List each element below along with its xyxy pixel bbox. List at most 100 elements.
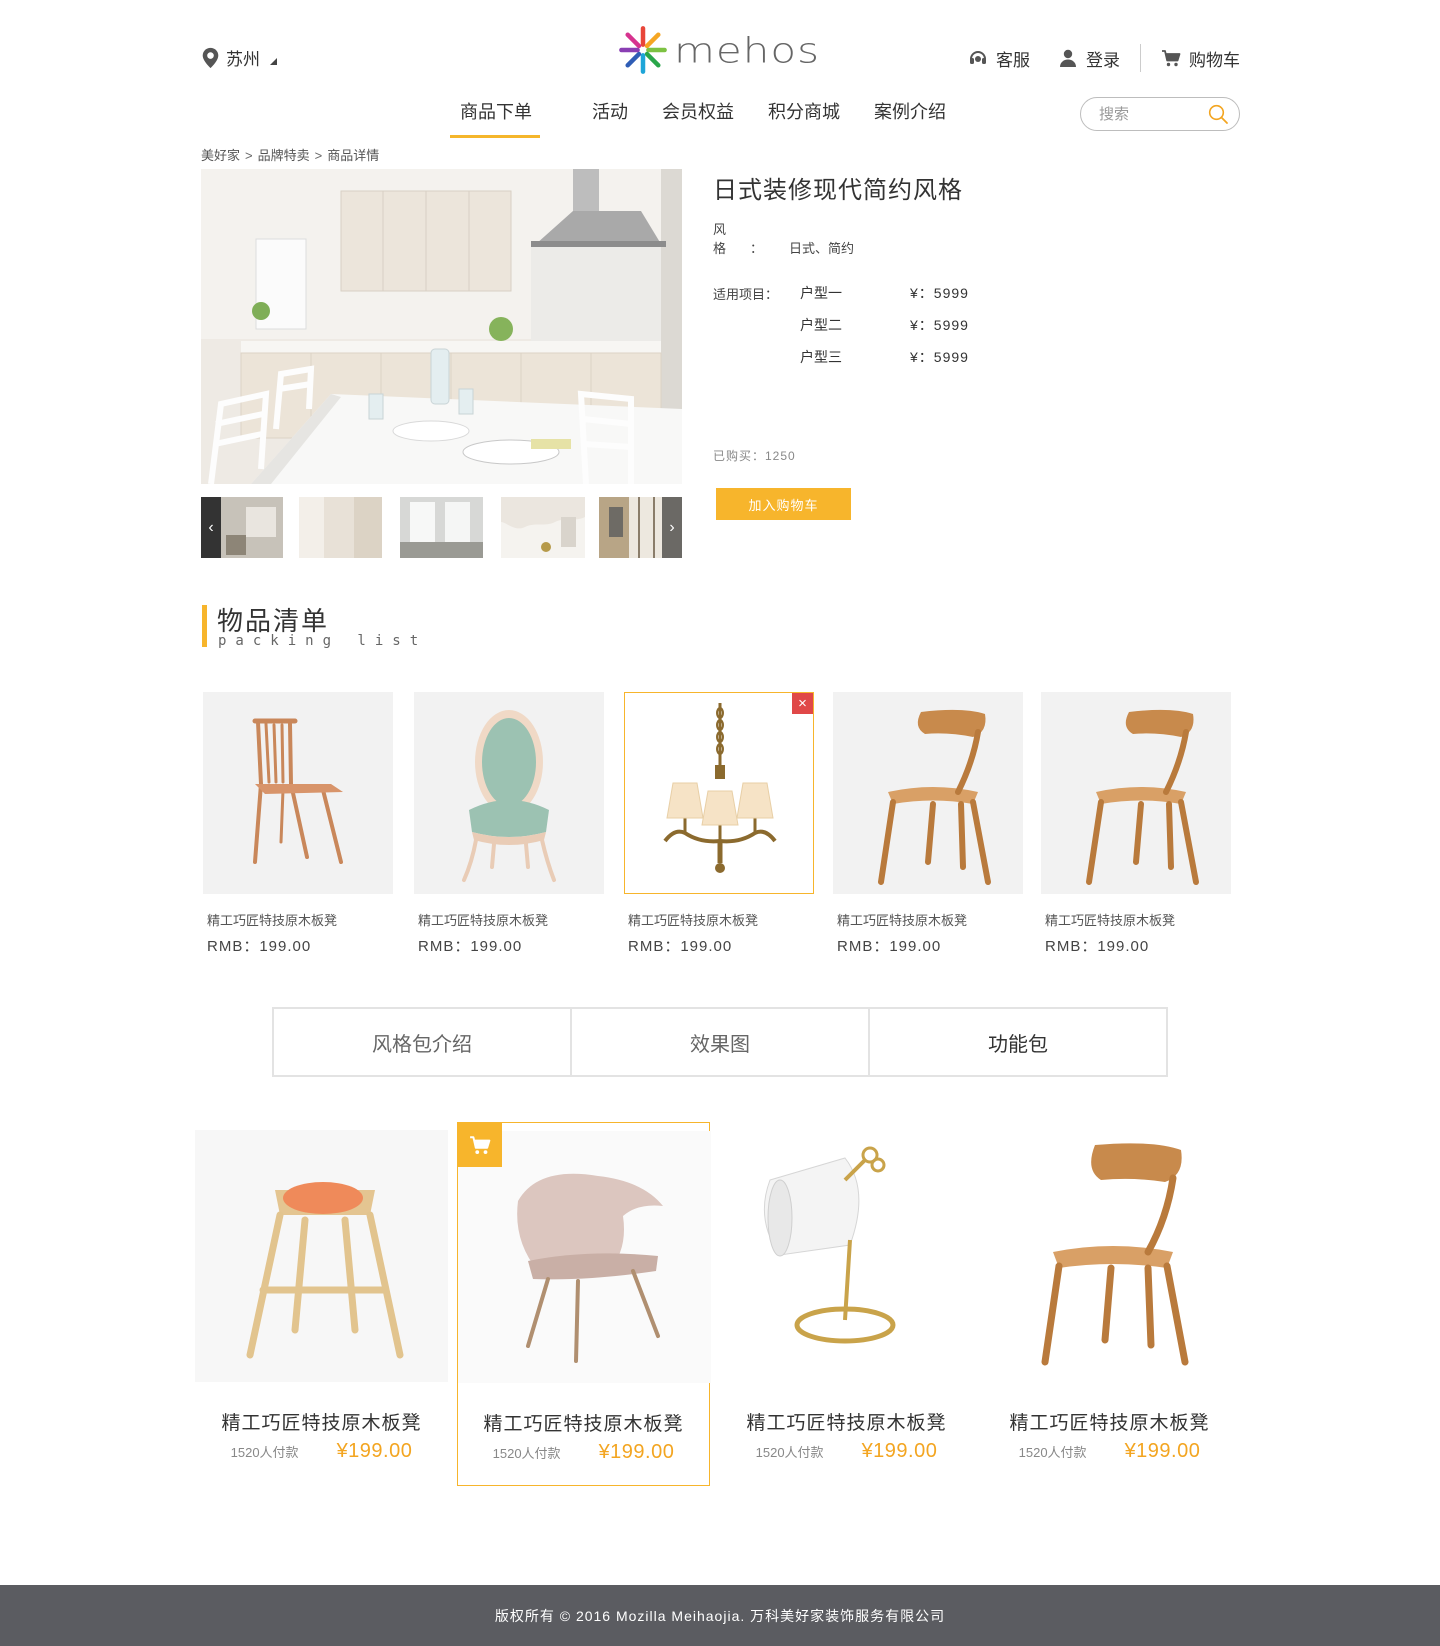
main-nav: 商品下单 活动 会员权益 积分商城 案例介绍 (450, 90, 958, 140)
bought-count: 已购买：1250 (713, 449, 796, 463)
site-header: 苏州 mehos 客服 登录 购物车 商品下单 活动 会员权益 积分商城 案例介… (0, 0, 1440, 140)
style-value: 日式、简约 (789, 241, 855, 256)
option-price: ¥：5999 (910, 285, 969, 301)
product-name: 精工巧匠特技原木板凳 (1009, 1413, 1210, 1434)
product-card[interactable]: 精工巧匠特技原木板凳 1520人付款 ¥199.00 (983, 1122, 1236, 1486)
item-name: 精工巧匠特技原木板凳 (1045, 913, 1176, 928)
thumbnail-image (400, 497, 483, 558)
option-row[interactable]: 户型三 ¥：5999 (713, 341, 969, 373)
option-type: 户型一 (800, 285, 842, 301)
detail-tabs: 风格包介绍 效果图 功能包 (272, 1007, 1168, 1077)
product-meta: 1520人付款 ¥199.00 (983, 1440, 1236, 1463)
item-image (203, 692, 393, 894)
product-image (458, 1131, 711, 1383)
nav-item-activity[interactable]: 活动 (580, 90, 640, 140)
packing-list-subtitle: packing list (218, 633, 428, 649)
tab-renderings[interactable]: 效果图 (570, 1009, 868, 1075)
user-icon (1060, 49, 1076, 67)
thumbnail[interactable] (299, 497, 382, 558)
site-footer: 版权所有 © 2016 Mozilla Meihaojia. 万科美好家装饰服务… (0, 1585, 1440, 1646)
product-name: 精工巧匠特技原木板凳 (221, 1413, 422, 1434)
breadcrumb-home[interactable]: 美好家 (201, 148, 240, 163)
option-type: 户型三 (800, 349, 842, 365)
product-grid: 精工巧匠特技原木板凳 1520人付款 ¥199.00 精工巧匠特技原木板凳 15… (195, 1122, 1245, 1486)
location-pin-icon (202, 47, 219, 68)
add-to-cart-badge[interactable] (458, 1123, 502, 1167)
site-logo[interactable]: mehos (616, 20, 826, 80)
desk-lamp-icon (763, 1146, 896, 1344)
option-row[interactable]: 适用项目： 户型一 ¥：5999 (713, 277, 969, 309)
nav-item-order[interactable]: 商品下单 (450, 90, 540, 140)
cushion-stool-icon (246, 1182, 404, 1359)
list-item[interactable]: × 精工巧匠特技原木板凳 RMB：199.00 (624, 692, 814, 956)
thumbnail[interactable] (501, 497, 585, 558)
item-image (833, 692, 1023, 894)
applicable-label: 适用项目： (713, 286, 779, 302)
cart-link[interactable]: 购物车 (1161, 46, 1240, 71)
product-meta: 1520人付款 ¥199.00 (458, 1441, 709, 1464)
list-item[interactable]: 精工巧匠特技原木板凳 RMB：199.00 (833, 692, 1023, 956)
logo-mark-icon (619, 26, 667, 74)
wood-chair-icon (1041, 1143, 1189, 1366)
item-name: 精工巧匠特技原木板凳 (207, 913, 338, 928)
thumb-next-button[interactable]: › (662, 497, 682, 558)
option-row[interactable]: 户型二 ¥：5999 (713, 309, 969, 341)
product-image (983, 1130, 1236, 1382)
spindle-chair-icon (252, 718, 343, 864)
search-icon[interactable] (1207, 103, 1229, 125)
product-meta: 1520人付款 ¥199.00 (195, 1440, 448, 1463)
item-image (1041, 692, 1231, 894)
product-price: ¥199.00 (1124, 1440, 1201, 1462)
nav-item-member[interactable]: 会员权益 (650, 90, 746, 140)
login-label: 登录 (1086, 50, 1120, 70)
item-name: 精工巧匠特技原木板凳 (837, 913, 968, 928)
nav-item-cases[interactable]: 案例介绍 (862, 90, 958, 140)
thumbnail[interactable] (400, 497, 483, 558)
upholstered-chair-icon (462, 710, 556, 882)
service-link[interactable]: 客服 (968, 46, 1030, 71)
product-card[interactable]: 精工巧匠特技原木板凳 1520人付款 ¥199.00 (457, 1122, 711, 1486)
item-price: RMB：199.00 (418, 938, 523, 955)
search-input[interactable] (1099, 105, 1199, 123)
list-item[interactable]: 精工巧匠特技原木板凳 RMB：199.00 (414, 692, 604, 956)
product-card[interactable]: 精工巧匠特技原木板凳 1520人付款 ¥199.00 (720, 1122, 973, 1486)
thumb-prev-button[interactable]: ‹ (201, 497, 221, 558)
product-style: 风格： 日式、简约 (713, 219, 969, 257)
product-info: 日式装修现代简约风格 风格： 日式、简约 适用项目： 户型一 ¥：5999 户型二… (713, 170, 969, 373)
copyright-text: 版权所有 © 2016 Mozilla Meihaojia. 万科美好家装饰服务… (494, 1607, 946, 1624)
product-image (195, 1130, 448, 1382)
caret-down-icon (270, 58, 277, 65)
breadcrumb-separator: > (245, 148, 253, 163)
list-item[interactable]: 精工巧匠特技原木板凳 RMB：199.00 (203, 692, 393, 956)
product-name: 精工巧匠特技原木板凳 (746, 1413, 947, 1434)
remove-item-button[interactable]: × (792, 693, 813, 714)
list-item[interactable]: 精工巧匠特技原木板凳 RMB：199.00 (1041, 692, 1231, 956)
lounge-chair-icon (517, 1173, 663, 1363)
chandelier-icon (663, 703, 777, 873)
sold-count: 1520人付款 (755, 1445, 824, 1460)
logo-wordmark: mehos (674, 29, 820, 71)
item-price: RMB：199.00 (628, 938, 733, 955)
nav-item-points[interactable]: 积分商城 (756, 90, 852, 140)
tab-style-intro[interactable]: 风格包介绍 (274, 1009, 570, 1075)
product-card[interactable]: 精工巧匠特技原木板凳 1520人付款 ¥199.00 (195, 1122, 448, 1486)
thumbnail-strip: ‹ › (201, 497, 682, 558)
breadcrumb-current: 商品详情 (327, 148, 380, 163)
thumbnail-image (501, 497, 585, 558)
add-to-cart-button[interactable]: 加入购物车 (716, 488, 851, 520)
item-name: 精工巧匠特技原木板凳 (628, 913, 759, 928)
utility-links: 客服 登录 购物车 (968, 44, 1240, 72)
breadcrumb-brand-sale[interactable]: 品牌特卖 (258, 148, 310, 163)
login-link[interactable]: 登录 (1058, 46, 1120, 71)
cart-label: 购物车 (1189, 50, 1240, 70)
city-name: 苏州 (226, 50, 260, 69)
city-selector[interactable]: 苏州 (201, 45, 277, 70)
item-price: RMB：199.00 (837, 938, 942, 955)
product-meta: 1520人付款 ¥199.00 (720, 1440, 973, 1463)
sold-count: 1520人付款 (492, 1446, 561, 1461)
breadcrumb-separator: > (314, 148, 323, 163)
wood-chair-icon (878, 709, 991, 885)
headset-icon (970, 51, 986, 64)
search-box (1080, 97, 1240, 131)
tab-function-pack[interactable]: 功能包 (868, 1009, 1166, 1075)
